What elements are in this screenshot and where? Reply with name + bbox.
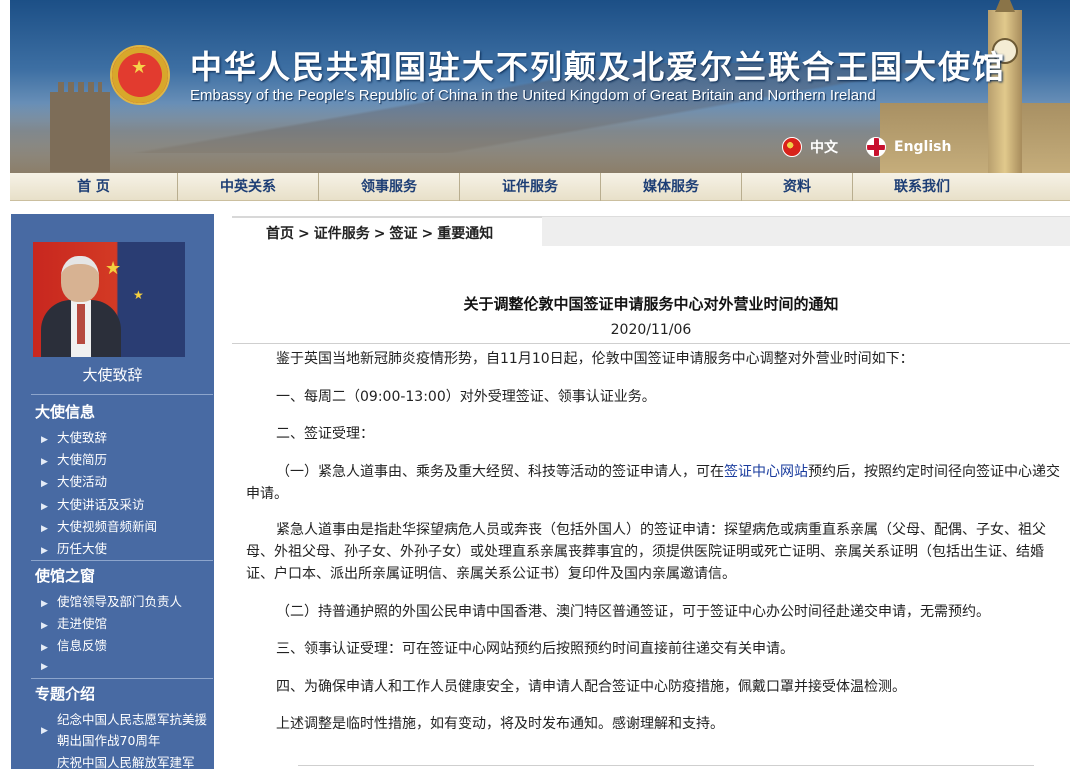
nav-item-resources[interactable]: 资料	[742, 173, 853, 201]
sidebar-link-visit-embassy[interactable]: ▶ 走进使馆	[41, 613, 107, 632]
triangle-right-icon: ▶	[41, 524, 48, 534]
date-divider	[232, 343, 1070, 344]
lang-label-en: English	[894, 139, 952, 155]
main-nav: 首 页 中英关系 领事服务 证件服务 媒体服务 资料 联系我们	[10, 173, 1070, 201]
sidebar-section-special-topics: 专题介绍	[35, 685, 96, 703]
triangle-right-icon: ▶	[41, 457, 48, 467]
triangle-right-icon: ▶	[41, 621, 48, 631]
ambassador-photo-caption[interactable]: 大使致辞	[11, 364, 214, 385]
sidebar-link-former-ambassadors[interactable]: ▶ 历任大使	[41, 538, 107, 557]
triangle-right-icon: ▶	[41, 502, 48, 512]
wall-tower-image	[50, 82, 110, 172]
article-title: 关于调整伦敦中国签证申请服务中心对外营业时间的通知	[463, 295, 839, 313]
nav-item-consular-services[interactable]: 领事服务	[319, 173, 460, 201]
nav-item-contact-us[interactable]: 联系我们	[853, 173, 991, 201]
lang-switch-english[interactable]: English	[866, 137, 951, 157]
site-title-cn[interactable]: 中华人民共和国驻大不列颠及北爱尔兰联合王国大使馆	[190, 42, 1006, 88]
article-paragraph: 一、每周二（09:00-13:00）对外受理签证、领事认证业务。	[276, 389, 656, 405]
national-emblem-icon[interactable]: ★	[110, 45, 170, 105]
sidebar-divider	[31, 560, 213, 561]
england-flag-icon	[866, 137, 886, 157]
breadcrumb: 首页 > 证件服务 > 签证 > 重要通知	[266, 226, 494, 242]
sidebar-link-pla-anniversary[interactable]: 庆祝中国人民解放军建军	[41, 752, 195, 769]
nav-item-media-services[interactable]: 媒体服务	[601, 173, 742, 201]
sidebar: ★ ★ 大使致辞 大使信息 ▶ 大使致辞 ▶ 大使简历 ▶ 大使活动 ▶ 大使讲话及采访…	[11, 214, 214, 769]
ambassador-photo[interactable]: ★ ★	[33, 242, 185, 357]
breadcrumb-home[interactable]: 首页	[266, 226, 294, 242]
breadcrumb-visa[interactable]: 签证	[389, 226, 417, 242]
article-paragraph: 紧急人道事由是指赴华探望病危人员或奔丧（包括外国人）的签证申请：探望病危或病重直…	[246, 522, 1046, 582]
article-paragraph: 四、为确保申请人和工作人员健康安全，请申请人配合签证中心防疫措施，佩戴口罩并接受…	[276, 679, 906, 695]
triangle-right-icon: ▶	[41, 643, 48, 653]
sidebar-link-ambassador-resume[interactable]: ▶ 大使简历	[41, 449, 107, 468]
nav-item-document-services[interactable]: 证件服务	[460, 173, 601, 201]
lang-switch-chinese[interactable]: 中文	[782, 137, 838, 157]
triangle-right-icon: ▶	[41, 435, 48, 445]
visa-center-website-link[interactable]: 签证中心网站	[724, 464, 808, 480]
triangle-right-icon: ▶	[41, 479, 48, 489]
sidebar-link-ambassador-video-news[interactable]: ▶ 大使视频音频新闻	[41, 516, 157, 535]
sidebar-link-ambassador-activities[interactable]: ▶ 大使活动	[41, 471, 107, 490]
sidebar-section-ambassador-info: 大使信息	[35, 403, 96, 421]
article-paragraph: 二、签证受理：	[276, 426, 374, 442]
sidebar-divider	[31, 678, 213, 679]
article-date: 2020/11/06	[610, 322, 692, 338]
lang-label-cn: 中文	[810, 140, 838, 156]
nav-item-china-uk-relations[interactable]: 中英关系	[178, 173, 319, 201]
nav-item-home[interactable]: 首 页	[10, 173, 178, 201]
big-ben-image	[988, 0, 1022, 173]
triangle-right-icon: ▶	[41, 546, 48, 556]
flag-star-icon: ★	[105, 258, 122, 279]
flag-star-small-icon: ★	[133, 288, 144, 302]
triangle-right-icon: ▶	[41, 599, 48, 609]
breadcrumb-document-services[interactable]: 证件服务	[314, 226, 370, 242]
article-bottom-divider	[298, 765, 1034, 766]
sidebar-link-feedback[interactable]: ▶ 信息反馈	[41, 635, 107, 654]
breadcrumb-important-notice[interactable]: 重要通知	[437, 226, 493, 242]
triangle-right-icon: ▶	[41, 662, 48, 672]
china-flag-icon	[782, 137, 802, 157]
article-paragraph: （二）持普通护照的外国公民申请中国香港、澳门特区普通签证，可于签证中心办公时间径…	[276, 604, 990, 620]
sidebar-link-korean-war-70th[interactable]: ▶ 纪念中国人民志愿军抗美援朝出国作战70周年	[41, 709, 211, 751]
triangle-right-icon: ▶	[41, 726, 48, 736]
sidebar-link-embassy-leaders[interactable]: ▶ 使馆领导及部门负责人	[41, 591, 182, 610]
sidebar-link-ambassador-interviews[interactable]: ▶ 大使讲话及采访	[41, 494, 145, 513]
site-title-en[interactable]: Embassy of the People's Republic of Chin…	[190, 87, 876, 104]
article-paragraph: （一）紧急人道事由、乘务及重大经贸、科技等活动的签证申请人，可在签证中心网站预约…	[246, 464, 1060, 502]
article-paragraph: 上述调整是临时性措施，如有变动，将及时发布通知。感谢理解和支持。	[276, 716, 724, 732]
sidebar-divider	[31, 394, 213, 395]
article-paragraph: 三、领事认证受理：可在签证中心网站预约后按照预约时间直接前往递交有关申请。	[276, 641, 794, 657]
sidebar-link-empty[interactable]: ▶	[41, 657, 57, 672]
sidebar-section-embassy-window: 使馆之窗	[35, 567, 96, 585]
sidebar-link-ambassador-speech[interactable]: ▶ 大使致辞	[41, 427, 107, 446]
article-paragraph: 鉴于英国当地新冠肺炎疫情形势，自11月10日起，伦敦中国签证申请服务中心调整对外…	[276, 351, 914, 367]
